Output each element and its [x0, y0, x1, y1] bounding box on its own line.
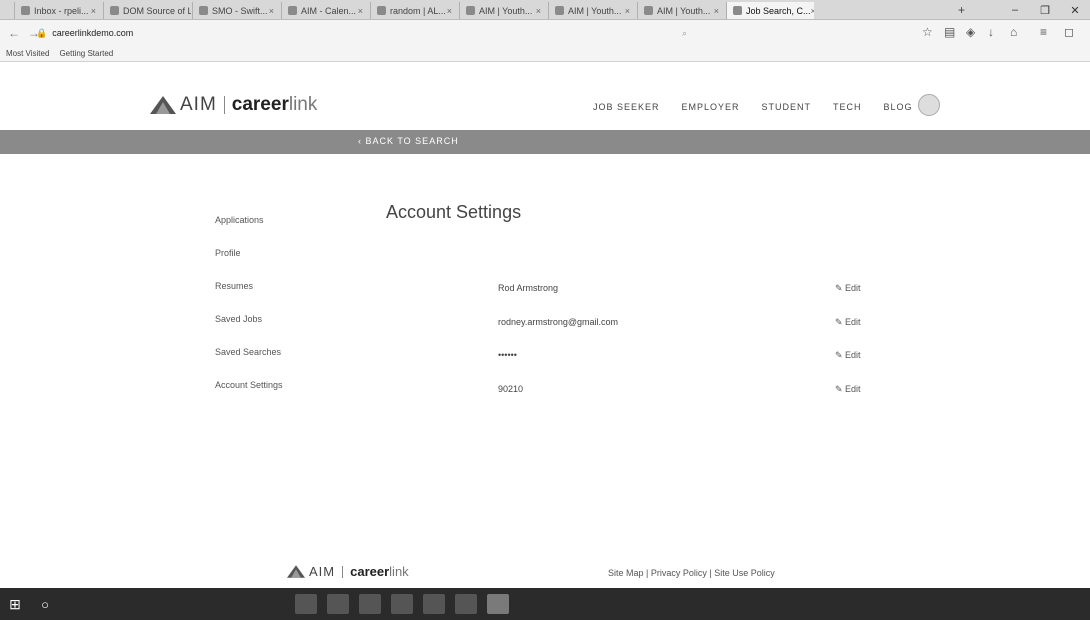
logo-divider [342, 565, 344, 578]
close-tab-icon[interactable]: × [536, 6, 541, 16]
aim-logo-icon [287, 565, 305, 578]
taskbar-app-icon[interactable] [359, 594, 381, 614]
favicon-icon [199, 6, 208, 15]
browser-search-input[interactable]: ⌕ [676, 24, 906, 42]
browser-tab[interactable]: AIM - Calen... × [281, 2, 369, 19]
windows-start-icon[interactable]: ⊞ [0, 588, 30, 620]
browser-tab-active[interactable]: Job Search, C...× [726, 2, 814, 19]
new-tab-icon[interactable]: + [958, 3, 965, 17]
main-nav: JOB SEEKER EMPLOYER STUDENT TECH BLOG [593, 102, 935, 112]
web-page: AIM career link JOB SEEKER EMPLOYER STUDE… [0, 62, 1090, 588]
download-icon[interactable]: ↓ [988, 25, 994, 39]
pencil-icon: ✎ [835, 350, 846, 360]
taskbar-firefox-icon[interactable] [487, 594, 509, 614]
close-tab-icon[interactable]: × [714, 6, 719, 16]
site-footer: AIM career link Site Map | Privacy Policy… [0, 558, 1090, 588]
taskbar-app-icon[interactable] [327, 594, 349, 614]
pocket-icon[interactable]: ◈ [966, 25, 975, 39]
favicon-icon [110, 6, 119, 15]
nav-employer[interactable]: EMPLOYER [682, 102, 740, 112]
address-bar[interactable]: 🔒 careerlinkdemo.com [36, 24, 666, 42]
edit-zip-button[interactable]: ✎ Edit [835, 384, 861, 395]
maximize-icon[interactable]: ❐ [1030, 0, 1060, 20]
favicon-icon [555, 6, 564, 15]
favicon-icon [466, 6, 475, 15]
pencil-icon: ✎ [835, 283, 846, 293]
windows-taskbar: ⊞ ○ [0, 588, 1090, 620]
sidebar-item-saved-jobs[interactable]: Saved Jobs [215, 314, 283, 347]
settings-row-zip: 90210 ✎ Edit [498, 384, 861, 395]
pencil-icon: ✎ [835, 317, 846, 327]
sidebar-item-account-settings[interactable]: Account Settings [215, 380, 283, 413]
favicon-icon [644, 6, 653, 15]
browser-tab[interactable]: AIM | Youth... × [548, 2, 636, 19]
close-tab-icon[interactable]: × [811, 6, 814, 16]
sidebar-item-profile[interactable]: Profile [215, 248, 283, 281]
favicon-icon [288, 6, 297, 15]
chevron-left-icon: ‹ [358, 136, 366, 146]
pencil-icon: ✎ [835, 384, 846, 394]
site-logo[interactable]: AIM career link [150, 94, 317, 116]
extension-icon[interactable]: ◻ [1064, 25, 1074, 39]
close-tab-icon[interactable]: × [91, 6, 96, 16]
minimize-icon[interactable]: – [1000, 0, 1030, 20]
close-tab-icon[interactable]: × [625, 6, 630, 16]
page-title: Account Settings [386, 202, 522, 222]
edit-email-button[interactable]: ✎ Edit [835, 317, 861, 328]
site-header: AIM career link JOB SEEKER EMPLOYER STUDE… [0, 62, 1090, 130]
cortana-icon[interactable]: ○ [30, 597, 60, 612]
favicon-icon [733, 6, 742, 15]
footer-logo[interactable]: AIM career link [287, 564, 409, 579]
sidebar-item-applications[interactable]: Applications [215, 215, 283, 248]
star-icon[interactable]: ☆ [922, 25, 933, 39]
bookmark-most-visited[interactable]: Most Visited [6, 49, 49, 58]
browser-tab[interactable]: DOM Source of L...× [103, 2, 191, 19]
taskbar-app-icon[interactable] [295, 594, 317, 614]
browser-tab[interactable]: AIM | Youth... × [459, 2, 547, 19]
account-sidebar: Applications Profile Resumes Saved Jobs … [215, 215, 283, 413]
nav-student[interactable]: STUDENT [762, 102, 812, 112]
browser-tab[interactable]: Inbox - rpeli... × [14, 2, 102, 19]
taskbar-app-icon[interactable] [391, 594, 413, 614]
logo-divider [223, 96, 225, 114]
favicon-icon [377, 6, 386, 15]
taskbar-app-icon[interactable] [455, 594, 477, 614]
browser-tab[interactable]: AIM | Youth... × [637, 2, 725, 19]
nav-tech[interactable]: TECH [833, 102, 862, 112]
close-tab-icon[interactable]: × [447, 6, 452, 16]
favicon-icon [21, 6, 30, 15]
lock-icon: 🔒 [36, 27, 48, 38]
nav-job-seeker[interactable]: JOB SEEKER [593, 102, 660, 112]
menu-icon[interactable]: ≡ [1040, 25, 1047, 39]
browser-tab[interactable]: SMO - Swift... × [192, 2, 280, 19]
bookmarks-bar: Most Visited Getting Started [0, 46, 1090, 62]
footer-links[interactable]: Site Map | Privacy Policy | Site Use Pol… [608, 568, 775, 578]
back-arrow-icon[interactable]: ← [8, 26, 20, 40]
sidebar-item-saved-searches[interactable]: Saved Searches [215, 347, 283, 380]
close-window-icon[interactable]: ✕ [1060, 0, 1090, 20]
home-icon[interactable]: ⌂ [1010, 25, 1017, 39]
browser-toolbar: ← → 🔒 careerlinkdemo.com ⌕ ☆ ▤ ◈ ↓ ⌂ ≡ ◻… [0, 20, 1090, 62]
search-bar-strip: ‹ BACK TO SEARCH [0, 130, 1090, 154]
settings-row-password: •••••• ✎ Edit [498, 350, 861, 361]
browser-tab-bar: Inbox - rpeli...× DOM Source of L...× SM… [0, 0, 1090, 20]
aim-logo-icon [150, 96, 176, 114]
search-icon: ⌕ [682, 27, 688, 38]
reading-list-icon[interactable]: ▤ [944, 25, 955, 39]
url-host: careerlinkdemo.com [52, 28, 134, 38]
avatar[interactable] [918, 94, 940, 116]
edit-name-button[interactable]: ✎ Edit [835, 283, 861, 294]
bookmark-getting-started[interactable]: Getting Started [59, 49, 113, 58]
back-to-search-button[interactable]: ‹ BACK TO SEARCH [358, 136, 459, 146]
browser-tab[interactable]: random | AL... × [370, 2, 458, 19]
taskbar-app-icon[interactable] [423, 594, 445, 614]
sidebar-item-resumes[interactable]: Resumes [215, 281, 283, 314]
edit-password-button[interactable]: ✎ Edit [835, 350, 861, 361]
settings-row-name: Rod Armstrong ✎ Edit [498, 283, 861, 294]
close-tab-icon[interactable]: × [269, 6, 274, 16]
nav-blog[interactable]: BLOG [884, 102, 913, 112]
settings-row-email: rodney.armstrong@gmail.com ✎ Edit [498, 317, 861, 328]
close-tab-icon[interactable]: × [358, 6, 363, 16]
